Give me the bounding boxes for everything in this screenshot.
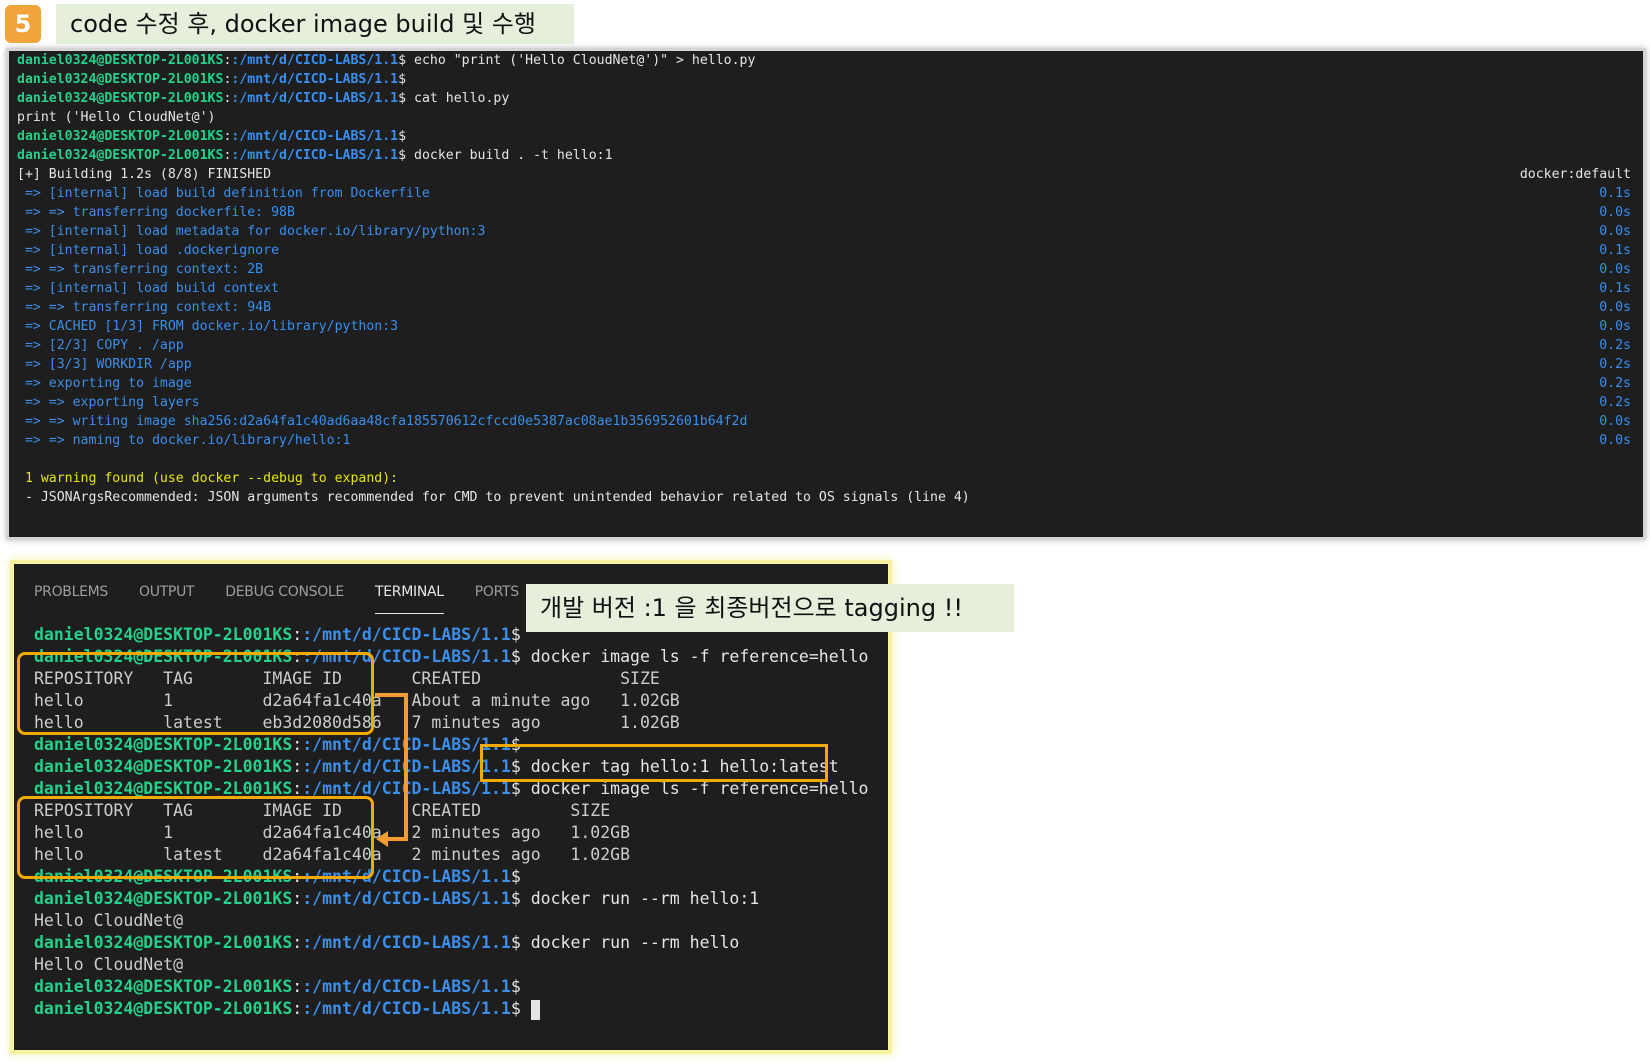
build-step-time: 0.0s [1599,414,1631,429]
arrow-left-icon [376,831,388,847]
highlight-box-after [17,796,374,879]
build-step: => [internal] load build context [17,281,280,296]
tab-output[interactable]: OUTPUT [139,584,195,614]
terminal-input-line[interactable]: daniel0324@DESKTOP-2L001KS::/mnt/d/CICD-… [34,998,540,1020]
build-step: => [2/3] COPY . /app [17,338,184,353]
terminal-line: daniel0324@DESKTOP-2L001KS::/mnt/d/CICD-… [34,933,740,952]
tab-debug-console[interactable]: DEBUG CONSOLE [225,584,344,614]
terminal-line: daniel0324@DESKTOP-2L001KS::/mnt/d/CICD-… [17,91,510,106]
build-step-time: 0.2s [1599,357,1631,372]
build-status: [+] Building 1.2s (8/8) FINISHED [17,167,272,182]
build-step: => CACHED [1/3] FROM docker.io/library/p… [17,319,399,334]
build-step: => => naming to docker.io/library/hello:… [17,433,351,448]
build-step: => => transferring dockerfile: 98B [17,205,295,220]
build-step-time: 0.1s [1599,186,1631,201]
highlight-box-tag-command [480,744,828,782]
build-step-time: 0.0s [1599,300,1631,315]
terminal-line: daniel0324@DESKTOP-2L001KS::/mnt/d/CICD-… [17,129,407,144]
build-step-time: 0.0s [1599,224,1631,239]
terminal-line: daniel0324@DESKTOP-2L001KS::/mnt/d/CICD-… [34,977,521,996]
build-step: => [internal] load build definition from… [17,186,430,201]
tab-problems[interactable]: PROBLEMS [34,584,108,614]
terminal-line: daniel0324@DESKTOP-2L001KS::/mnt/d/CICD-… [17,148,613,163]
build-step: => => exporting layers [17,395,200,410]
terminal-window-build[interactable]: daniel0324@DESKTOP-2L001KS::/mnt/d/CICD-… [6,48,1646,540]
tab-ports[interactable]: PORTS [475,584,519,614]
build-step: => => writing image sha256:d2a64fa1c40ad… [17,414,748,429]
build-step-time: 0.0s [1599,262,1631,277]
terminal-line: daniel0324@DESKTOP-2L001KS::/mnt/d/CICD-… [17,72,407,87]
build-step: => [3/3] WORKDIR /app [17,357,192,372]
build-step-time: 0.1s [1599,243,1631,258]
build-step: => [internal] load metadata for docker.i… [17,224,486,239]
panel-tabs: PROBLEMS OUTPUT DEBUG CONSOLE TERMINAL P… [34,584,550,614]
warning-line: 1 warning found (use docker --debug to e… [17,471,399,486]
terminal-output: Hello CloudNet@ [34,955,184,974]
terminal-cursor [530,999,540,1020]
connector-line [388,837,408,841]
build-step: => => transferring context: 2B [17,262,264,277]
build-step-time: 0.2s [1599,376,1631,391]
page-title: code 수정 후, docker image build 및 수행 [56,4,574,44]
build-step: => exporting to image [17,376,192,391]
terminal-output: print ('Hello CloudNet@') [17,110,216,125]
highlight-box-before [17,652,374,735]
build-step-time: 0.2s [1599,338,1631,353]
terminal-line: daniel0324@DESKTOP-2L001KS::/mnt/d/CICD-… [34,625,521,644]
builder-name: docker:default [1519,167,1631,182]
connector-line [404,693,408,841]
annotation-note: 개발 버전 :1 을 최종버전으로 tagging !! [526,584,1014,632]
build-step: => => transferring context: 94B [17,300,272,315]
build-step-time: 0.0s [1599,433,1631,448]
terminal-output: Hello CloudNet@ [34,911,184,930]
terminal-line: daniel0324@DESKTOP-2L001KS::/mnt/d/CICD-… [17,53,756,68]
build-step-time: 0.0s [1599,205,1631,220]
terminal-line: daniel0324@DESKTOP-2L001KS::/mnt/d/CICD-… [34,889,760,908]
build-step-time: 0.0s [1599,319,1631,334]
build-step-time: 0.1s [1599,281,1631,296]
build-step: => [internal] load .dockerignore [17,243,280,258]
terminal-line: daniel0324@DESKTOP-2L001KS::/mnt/d/CICD-… [34,735,521,754]
warning-detail: - JSONArgsRecommended: JSON arguments re… [17,490,970,505]
tab-terminal[interactable]: TERMINAL [374,584,444,614]
step-badge: 5 [5,5,41,43]
build-step-time: 0.2s [1599,395,1631,410]
